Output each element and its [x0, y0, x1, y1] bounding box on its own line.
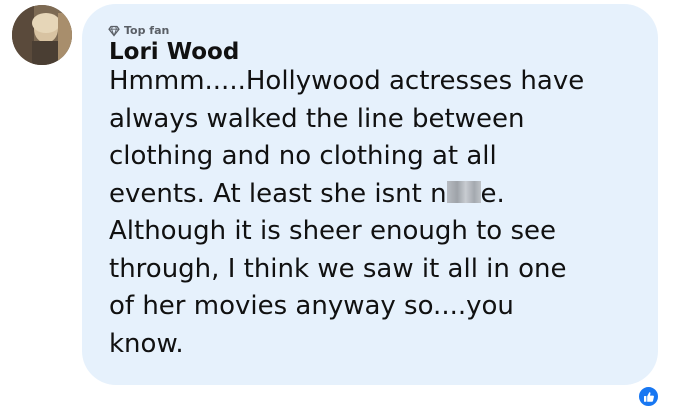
comment-page: Top fan Lori Wood Hmmm.....Hollywood act…: [0, 0, 700, 409]
comment-line: know.: [109, 328, 184, 359]
comment-text-fragment: events. At least she isnt n: [109, 178, 447, 209]
comment-line: through, I think we saw it all in one: [109, 253, 567, 284]
censor-blur: [446, 180, 481, 203]
comment-line: always walked the line between: [109, 103, 525, 134]
comment-line: Although it is sheer enough to see: [109, 216, 557, 246]
top-fan-badge: Top fan: [108, 24, 169, 38]
comment-text-fragment: e.: [480, 178, 505, 209]
badge-label: Top fan: [124, 24, 170, 37]
comment-line-censored: events. At least she isnt n e.: [109, 176, 649, 214]
comment-text: Hmmm.....Hollywood actresses have always…: [109, 63, 649, 363]
comment-line: Hmmm.....Hollywood actresses have: [109, 66, 585, 96]
profile-photo-icon: [12, 5, 72, 65]
comment-line: clothing and no clothing at all: [109, 141, 497, 171]
comment-line: of her movies anyway so....you: [109, 291, 514, 321]
like-reaction-button[interactable]: [638, 386, 659, 407]
like-thumbs-up-icon: [643, 391, 654, 402]
diamond-badge-icon: [108, 25, 120, 37]
avatar[interactable]: [12, 5, 72, 65]
